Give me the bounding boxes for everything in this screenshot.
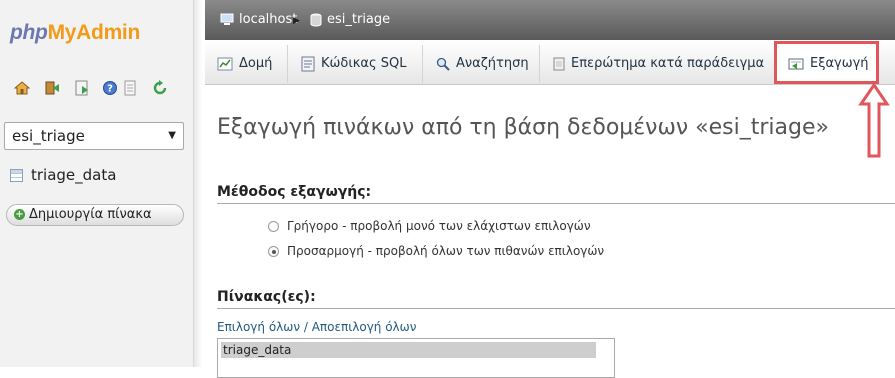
radio-quick[interactable] <box>268 221 279 232</box>
create-table-button[interactable]: + Δημιουργία πίνακα <box>6 204 184 226</box>
plus-icon: + <box>14 209 25 220</box>
tab-sql[interactable]: Κώδικας SQL <box>289 45 423 83</box>
sidebar-table-label: triage_data <box>31 166 117 184</box>
sql-query-icon[interactable] <box>74 80 90 96</box>
chevron-down-icon: ▼ <box>168 130 176 141</box>
create-table-label: Δημιουργία πίνακα <box>29 207 152 222</box>
export-method-custom[interactable]: Προσαρμογή - προβολή όλων των πιθανών επ… <box>268 243 604 259</box>
server-icon <box>220 13 234 25</box>
export-method-quick[interactable]: Γρήγορο - προβολή μονό των ελάχιστων επι… <box>268 218 591 234</box>
breadcrumb-database[interactable]: esi_triage <box>310 12 390 28</box>
table-icon <box>10 169 23 182</box>
documentation-icon[interactable] <box>122 80 138 96</box>
sidebar-resizer[interactable] <box>193 0 203 367</box>
tab-search[interactable]: Αναζήτηση <box>424 45 540 83</box>
tables-heading: Πίνακας(ες): <box>217 287 895 309</box>
export-method-custom-label[interactable]: Προσαρμογή - προβολή όλων των πιθανών επ… <box>287 244 604 258</box>
logo-php: php <box>10 21 48 44</box>
logout-icon[interactable] <box>44 80 60 96</box>
structure-icon <box>217 57 233 70</box>
tab-structure-label: Δομή <box>239 56 273 71</box>
highlight-box <box>774 41 879 84</box>
tab-query-by-example-label: Επερώτημα κατά παράδειγμα <box>571 56 765 71</box>
breadcrumb-server-label: localhost <box>239 12 298 27</box>
logo-admin: Admin <box>76 21 140 44</box>
export-method-quick-label[interactable]: Γρήγορο - προβολή μονό των ελάχιστων επι… <box>287 219 591 233</box>
up-arrow-icon <box>858 82 890 158</box>
select-all-link[interactable]: Επιλογή όλων <box>217 320 300 334</box>
breadcrumb-database-label: esi_triage <box>327 12 391 27</box>
database-select[interactable]: esi_triage ▼ <box>4 122 184 150</box>
select-links-separator: / <box>300 320 312 334</box>
breadcrumb-server[interactable]: localhost <box>220 12 297 28</box>
tables-multiselect[interactable]: triage_data <box>217 338 615 378</box>
navigation-panel: phpMyAdmin ? esi_triage ▼ triage_data + … <box>0 0 193 367</box>
tab-sql-label: Κώδικας SQL <box>321 56 407 71</box>
page-title: Εξαγωγή πινάκων από τη βάση δεδομένων «e… <box>217 115 829 140</box>
svg-text:?: ? <box>107 84 113 95</box>
help-icon[interactable]: ? <box>102 80 118 96</box>
database-select-value: esi_triage <box>12 127 85 145</box>
home-icon[interactable] <box>14 80 30 96</box>
breadcrumb: localhost ▶ esi_triage <box>205 0 895 40</box>
search-icon <box>436 57 450 71</box>
phpmyadmin-logo[interactable]: phpMyAdmin <box>10 20 140 46</box>
database-icon <box>310 13 322 26</box>
radio-custom[interactable] <box>268 246 279 257</box>
sql-icon <box>301 56 315 71</box>
table-option-triage-data[interactable]: triage_data <box>221 342 596 358</box>
reload-icon[interactable] <box>152 80 168 96</box>
logo-my: My <box>47 21 77 44</box>
select-links: Επιλογή όλων / Αποεπιλογή όλων <box>217 320 416 334</box>
tab-structure[interactable]: Δομή <box>205 45 288 83</box>
breadcrumb-separator-icon: ▶ <box>293 16 300 26</box>
query-icon <box>553 57 565 70</box>
export-method-heading: Μέθοδος εξαγωγής: <box>217 182 895 204</box>
sidebar-item-triage-data[interactable]: triage_data <box>10 165 116 185</box>
tab-search-label: Αναζήτηση <box>456 56 529 71</box>
deselect-all-link[interactable]: Αποεπιλογή όλων <box>312 320 417 334</box>
tab-query-by-example[interactable]: Επερώτημα κατά παράδειγμα <box>541 45 775 83</box>
